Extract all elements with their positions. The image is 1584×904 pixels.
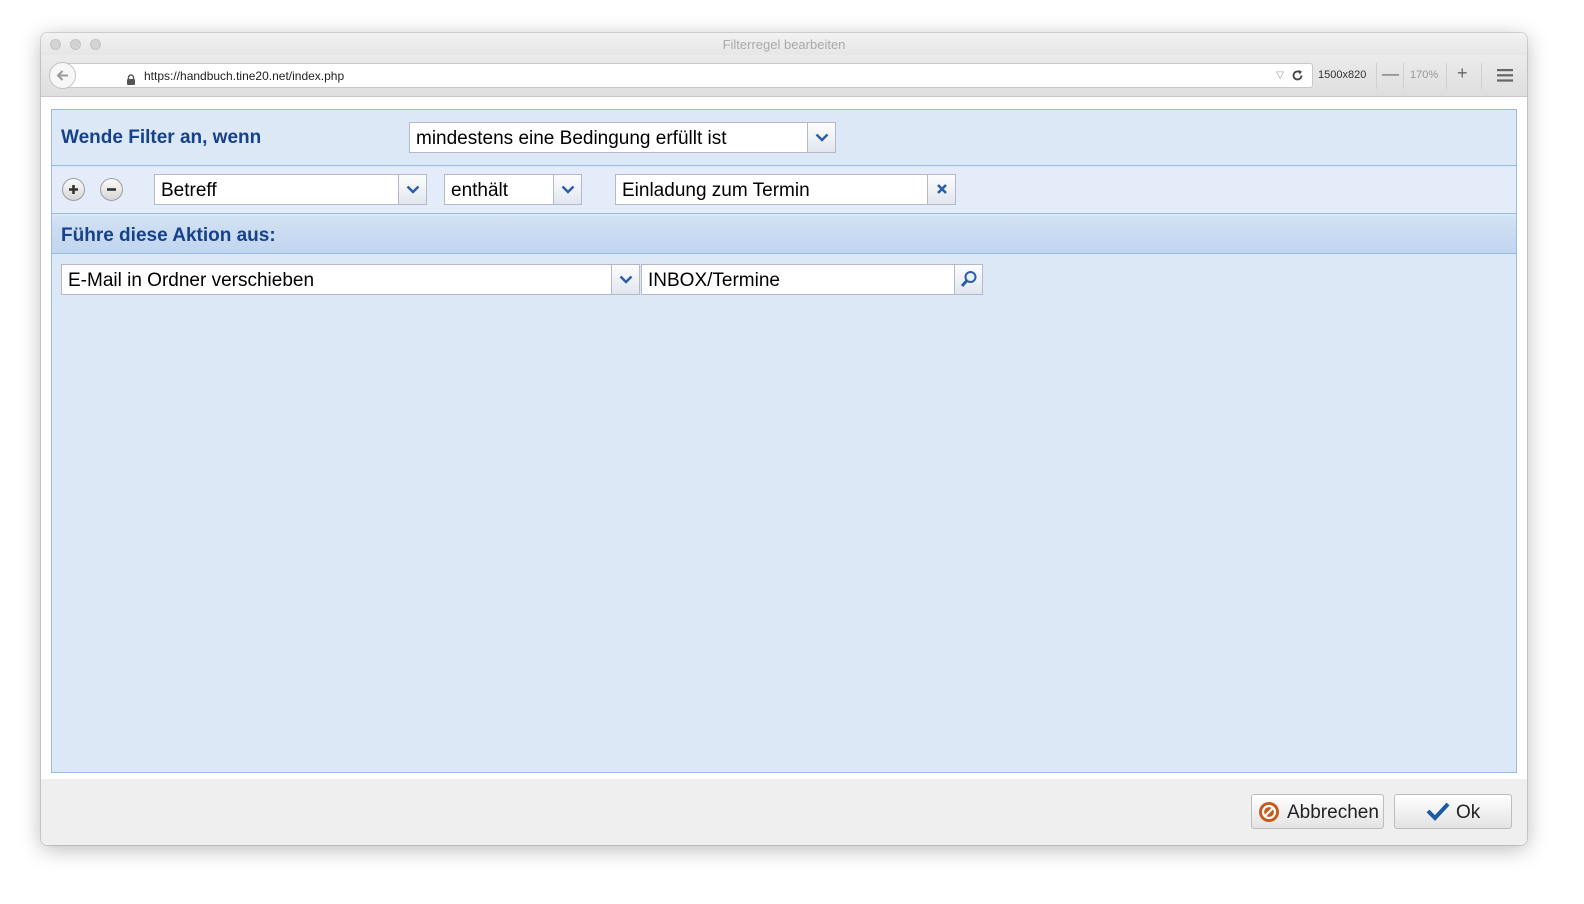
- dialog-footer: Abbrechen Ok: [41, 779, 1527, 845]
- folder-search-button[interactable]: [954, 265, 982, 294]
- url-text[interactable]: https://handbuch.tine20.net/index.php: [144, 69, 344, 83]
- clear-value-button[interactable]: [927, 175, 955, 204]
- target-folder-field[interactable]: INBOX/Termine: [641, 264, 983, 295]
- toolbar-separator: [1481, 63, 1482, 89]
- condition-field-combo[interactable]: Betreff: [154, 174, 427, 205]
- action-section-title: Führe diese Aktion aus:: [61, 225, 276, 246]
- back-arrow-icon: [56, 70, 68, 81]
- condition-operator-trigger[interactable]: [553, 175, 581, 204]
- ok-button[interactable]: Ok: [1394, 794, 1512, 829]
- match-mode-trigger[interactable]: [807, 123, 835, 152]
- cancel-label: Abbrechen: [1287, 802, 1379, 823]
- viewport-size: 1500x820: [1318, 69, 1367, 81]
- plus-icon: [69, 185, 78, 194]
- ok-label: Ok: [1456, 802, 1481, 823]
- condition-value-text[interactable]: Einladung zum Termin: [622, 180, 810, 202]
- chevron-down-icon: [561, 185, 575, 194]
- toolbar-separator: [1403, 63, 1404, 89]
- window-title: Filterregel bearbeiten: [722, 37, 846, 52]
- url-bar[interactable]: https://handbuch.tine20.net/index.php ▽: [63, 63, 1313, 88]
- filter-rule-dialog: Wende Filter an, wenn mindestens eine Be…: [51, 109, 1517, 773]
- lock-icon: [126, 72, 136, 90]
- apply-filter-label: Wende Filter an, wenn: [61, 127, 262, 148]
- toolbar-separator: [1376, 63, 1377, 89]
- chevron-down-icon: [619, 275, 633, 284]
- condition-value-field[interactable]: Einladung zum Termin: [615, 174, 956, 205]
- zoom-in-button[interactable]: +: [1457, 63, 1468, 84]
- condition-field-value: Betreff: [161, 180, 217, 201]
- browser-toolbar: https://handbuch.tine20.net/index.php ▽ …: [41, 55, 1527, 97]
- action-section-header: Führe diese Aktion aus:: [52, 216, 1516, 254]
- action-type-trigger[interactable]: [611, 265, 639, 294]
- action-type-value: E-Mail in Ordner verschieben: [68, 270, 315, 291]
- checkmark-icon: [1426, 802, 1450, 821]
- reload-icon[interactable]: [1291, 69, 1304, 87]
- condition-operator-value: enthält: [451, 180, 509, 201]
- add-condition-button[interactable]: [62, 178, 85, 201]
- minus-icon: [107, 188, 116, 191]
- condition-row: Betreff enthält Einladung zum Termin: [52, 167, 1516, 214]
- cancel-button[interactable]: Abbrechen: [1251, 794, 1384, 829]
- search-icon: [960, 271, 977, 288]
- cancel-icon: [1259, 802, 1279, 822]
- url-dropdown-icon[interactable]: ▽: [1276, 70, 1284, 81]
- chevron-down-icon: [406, 185, 420, 194]
- condition-operator-combo[interactable]: enthält: [444, 174, 582, 205]
- toolbar-separator: [1446, 63, 1447, 89]
- match-mode-value: mindestens eine Bedingung erfüllt ist: [416, 128, 727, 149]
- zoom-level[interactable]: 170%: [1410, 69, 1438, 81]
- condition-field-trigger[interactable]: [398, 175, 426, 204]
- browser-window: Filterregel bearbeiten https://handbuch.…: [41, 33, 1527, 845]
- target-folder-value[interactable]: INBOX/Termine: [648, 270, 780, 292]
- back-button[interactable]: [49, 62, 76, 89]
- title-bar: Filterregel bearbeiten: [41, 33, 1527, 55]
- page-content: Wende Filter an, wenn mindestens eine Be…: [41, 97, 1527, 779]
- filter-match-section: Wende Filter an, wenn mindestens eine Be…: [52, 110, 1516, 166]
- chevron-down-icon: [815, 133, 829, 142]
- action-type-combo[interactable]: E-Mail in Ordner verschieben: [61, 264, 640, 295]
- remove-condition-button[interactable]: [100, 178, 123, 201]
- zoom-out-button[interactable]: —: [1382, 64, 1399, 84]
- hamburger-menu-icon[interactable]: [1497, 69, 1513, 87]
- clear-x-icon: [937, 184, 947, 194]
- match-mode-combo[interactable]: mindestens eine Bedingung erfüllt ist: [409, 122, 836, 153]
